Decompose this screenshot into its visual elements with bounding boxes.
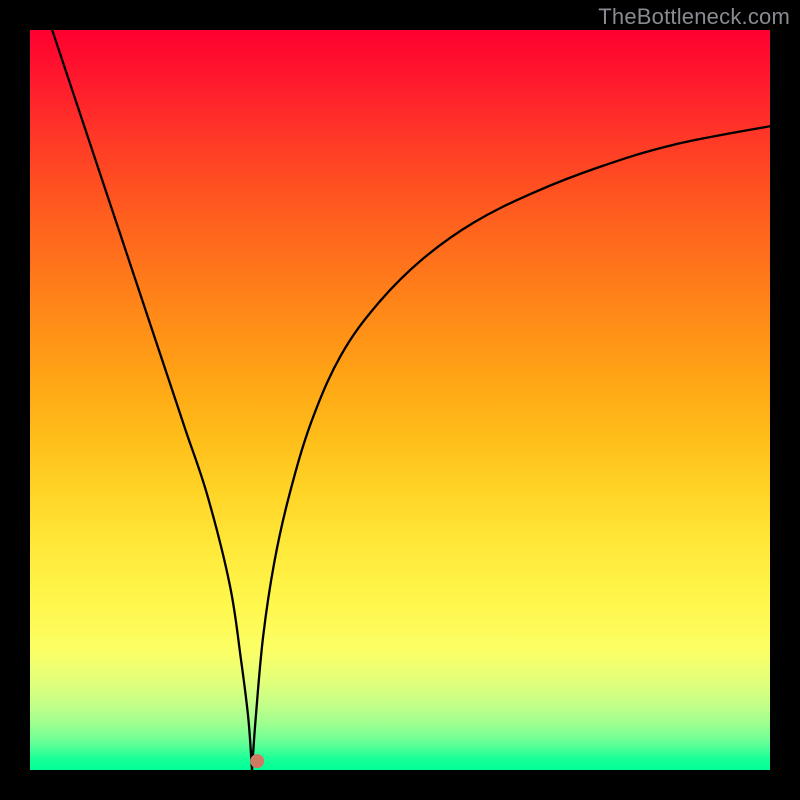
plot-area <box>30 30 770 770</box>
curve-left-branch <box>52 30 252 770</box>
curve-right-branch <box>252 126 770 770</box>
curve-svg <box>30 30 770 770</box>
watermark-text: TheBottleneck.com <box>598 4 790 30</box>
curve-group <box>52 30 770 770</box>
chart-frame: TheBottleneck.com <box>0 0 800 800</box>
minimum-marker <box>250 754 264 768</box>
